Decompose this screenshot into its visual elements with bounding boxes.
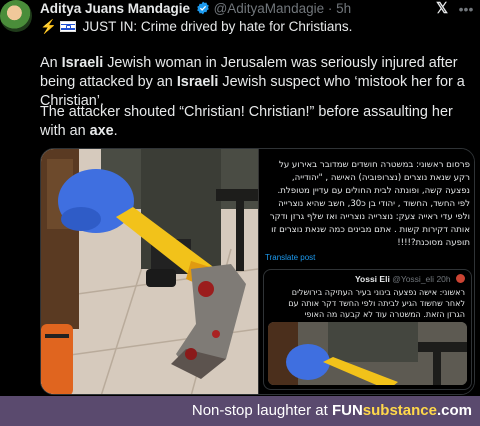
quoted-post-image[interactable]	[268, 322, 467, 385]
x-logo-icon: 𝕏	[436, 0, 449, 17]
quoted-name: Yossi Eli	[355, 274, 390, 284]
display-name[interactable]: Aditya Juans Mandagie	[40, 1, 190, 16]
hebrew-post-text: פרסום ראשוני: במשטרה חושדים שמדובר באירו…	[269, 160, 470, 248]
verified-badge-icon	[197, 1, 209, 15]
tweet-paragraph-2: The attacker shouted “Christian! Christi…	[40, 103, 470, 141]
bold-text: axe	[89, 123, 114, 139]
quoted-post-header: Yossi Eli @Yossi_eli 20h	[355, 274, 465, 284]
quoted-image-illustration	[268, 322, 467, 385]
text-segment: .	[113, 123, 118, 139]
avatar[interactable]	[0, 0, 32, 32]
footer-text: Non-stop laughter at FUNsubstance.com	[192, 402, 472, 419]
more-icon[interactable]: •••	[456, 0, 476, 18]
text-segment: An	[40, 55, 62, 71]
timestamp[interactable]: 5h	[336, 1, 351, 16]
quoted-post[interactable]: Yossi Eli @Yossi_eli 20h ראשוני: אישה נפ…	[263, 269, 472, 390]
handle[interactable]: @AdityaMandagie	[214, 1, 325, 16]
footer-brand-domain: .com	[436, 402, 472, 419]
quoted-post-text: ראשוני: אישה נפצעה בינוני בעיר העתיקה בי…	[288, 288, 465, 319]
axe-photo[interactable]	[41, 149, 258, 394]
quoted-handle: @Yossi_eli	[392, 274, 435, 284]
quoted-time: 20h	[436, 274, 451, 284]
footer-prefix: Non-stop laughter at	[191, 402, 332, 419]
tweet-header: Aditya Juans Mandagie @AdityaMandagie · …	[40, 1, 450, 19]
separator: ·	[327, 1, 333, 16]
tweet-media[interactable]: פרסום ראשוני: במשטרה חושדים שמדובר באירו…	[40, 148, 475, 395]
post-screenshot[interactable]: פרסום ראשוני: במשטרה חושדים שמדובר באירו…	[258, 149, 474, 394]
tweet-headline-line: ⚡ JUST IN: Crime drived by hate for Chri…	[40, 19, 472, 35]
quoted-avatar	[456, 274, 465, 283]
israel-flag-icon	[59, 21, 76, 32]
tweet-headline: JUST IN: Crime drived by hate for Christ…	[82, 19, 353, 34]
bold-text: Israeli	[61, 55, 104, 71]
footer-brand-substance: substance	[362, 402, 437, 419]
translate-post-link[interactable]: Translate post	[265, 253, 315, 262]
lightning-icon: ⚡	[40, 19, 57, 34]
bold-text: Israeli	[176, 74, 219, 90]
footer-brand-fun: FUN	[331, 402, 363, 419]
axe-photo-illustration	[41, 149, 258, 394]
watermark-footer: Non-stop laughter at FUNsubstance.com	[0, 396, 480, 426]
